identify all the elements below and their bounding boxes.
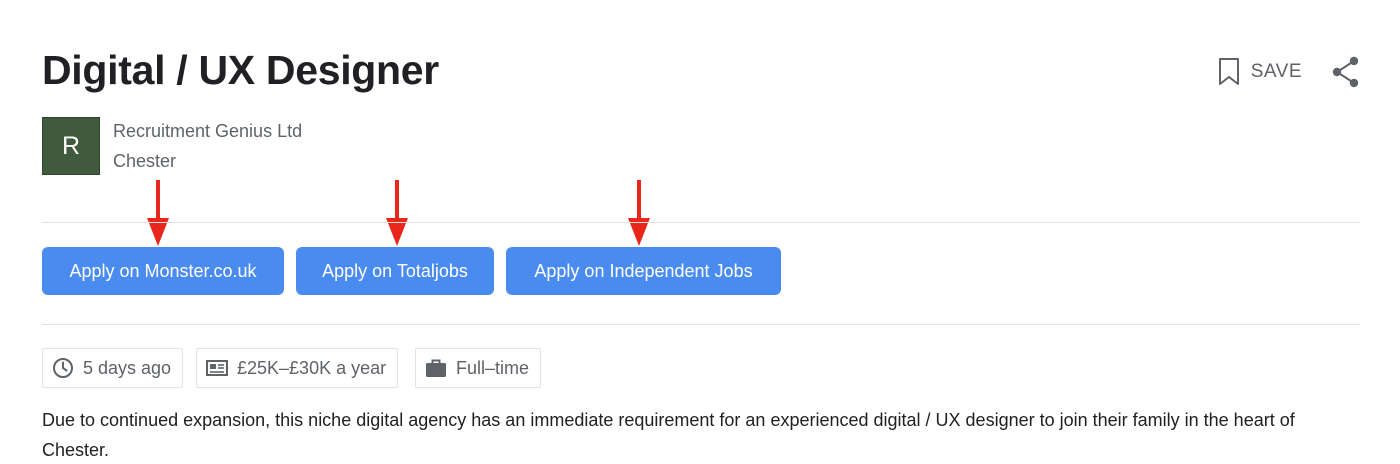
divider: [42, 222, 1360, 223]
save-button[interactable]: SAVE: [1217, 57, 1302, 87]
save-label: SAVE: [1250, 61, 1302, 82]
share-icon: [1332, 56, 1359, 88]
job-description: Due to continued expansion, this niche d…: [42, 410, 1295, 460]
bookmark-icon: [1218, 58, 1239, 85]
divider: [42, 324, 1360, 325]
salary-chip: £25K–£30K a year: [196, 348, 399, 388]
job-type-text: Full–time: [456, 357, 530, 378]
posted-date-text: 5 days ago: [83, 357, 172, 378]
briefcase-icon: [426, 359, 446, 377]
company-info: Recruitment Genius Ltd Chester: [113, 116, 302, 176]
clock-icon: [53, 358, 73, 378]
company-name: Recruitment Genius Ltd: [113, 121, 303, 141]
salary-text: £25K–£30K a year: [237, 357, 387, 378]
salary-card-icon: [206, 360, 228, 376]
apply-monster-button[interactable]: Apply on Monster.co.uk: [42, 247, 284, 295]
red-arrow-down-icon: [147, 180, 169, 246]
job-actions: SAVE: [1217, 56, 1360, 88]
apply-totaljobs-button[interactable]: Apply on Totaljobs: [296, 247, 494, 295]
company-logo: R: [42, 117, 100, 175]
job-detail-page: Digital / UX Designer SAVE R Recruitment…: [0, 0, 1400, 464]
job-type-chip: Full–time: [415, 348, 542, 388]
job-title: Digital / UX Designer: [42, 47, 439, 93]
company-location: Chester: [113, 151, 177, 171]
posted-date-chip: 5 days ago: [42, 348, 184, 388]
red-arrow-down-icon: [628, 180, 650, 246]
apply-independent-jobs-button[interactable]: Apply on Independent Jobs: [506, 247, 781, 295]
share-button[interactable]: [1332, 56, 1360, 88]
red-arrow-down-icon: [386, 180, 408, 246]
